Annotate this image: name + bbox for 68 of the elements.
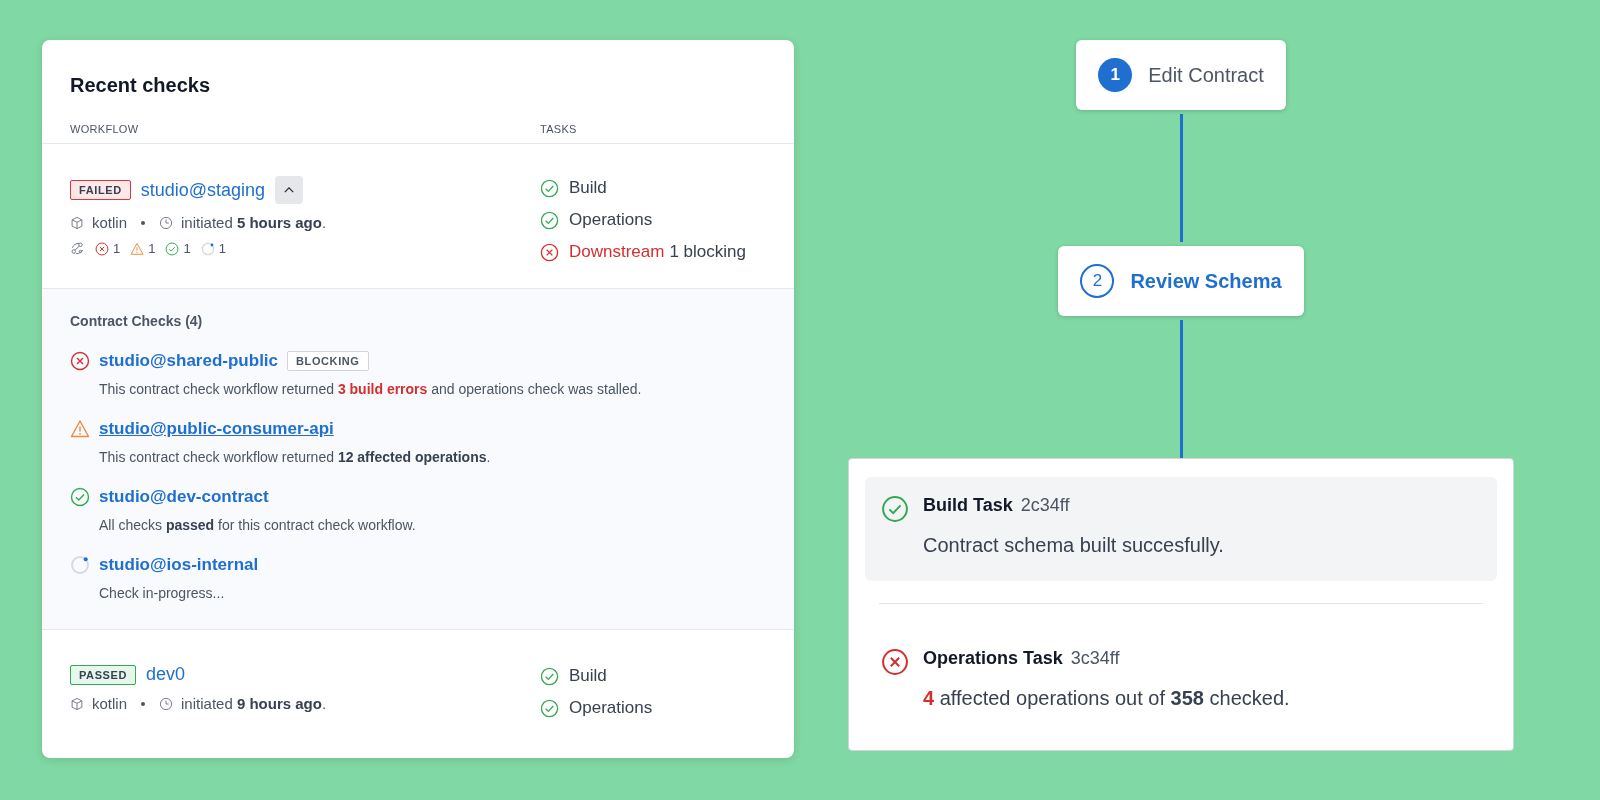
panel-title: Recent checks <box>70 74 212 97</box>
check-circle-icon <box>70 487 90 507</box>
check-circle-icon <box>165 241 180 256</box>
contract-link[interactable]: studio@ios-internal <box>99 555 259 575</box>
step-card[interactable]: 1 Edit Contract <box>1076 40 1286 110</box>
task-title: Operations Task <box>923 648 1063 669</box>
cube-icon <box>70 696 84 711</box>
column-header: TASKS <box>540 123 577 135</box>
step-card[interactable]: 2 Review Schema <box>1058 246 1304 316</box>
cube-icon <box>70 215 84 230</box>
step-label: Review Schema <box>1130 269 1282 293</box>
status-tag: FAILED <box>70 180 131 200</box>
status-tag: PASSED <box>70 664 137 685</box>
check-description: All checks passed for this contract check workflow. <box>99 517 417 533</box>
language-label: kotlin <box>92 214 128 231</box>
spinner-icon <box>200 241 215 256</box>
x-circle-icon <box>881 648 909 676</box>
status-count: 1 <box>148 241 156 256</box>
task-item[interactable]: Operations Task 3c34ff 4 affected operations out of 358 checked. <box>865 630 1497 734</box>
collapse-button[interactable] <box>275 176 304 204</box>
commit-hash: 2c34ff <box>1020 495 1070 516</box>
task-item[interactable]: Build Task 2c34ff Contract schema built succesfully. <box>865 477 1497 581</box>
status-count: 1 <box>113 241 121 256</box>
contract-link[interactable]: studio@shared-public <box>99 351 279 371</box>
check-circle-icon <box>540 666 559 686</box>
status-count: 1 <box>183 241 191 256</box>
task-title: Build Task <box>923 495 1013 516</box>
task-name: Downstream <box>569 242 665 262</box>
check-circle-icon <box>540 178 559 198</box>
column-header: WORKFLOW <box>70 123 140 135</box>
separator-dot <box>141 701 146 706</box>
warning-icon <box>130 241 145 256</box>
section-heading: Contract Checks (4) <box>70 313 204 329</box>
spinner-icon <box>70 555 90 575</box>
workflow-link[interactable]: dev0 <box>146 664 186 685</box>
separator-dot <box>141 220 146 225</box>
clock-icon <box>159 215 174 230</box>
status-tag: BLOCKING <box>287 351 369 371</box>
contract-link[interactable]: studio@dev-contract <box>99 487 269 507</box>
workflow-icon <box>70 241 85 256</box>
warning-icon <box>70 419 90 439</box>
step-label: Edit Contract <box>1148 63 1264 87</box>
status-count: 1 <box>218 241 226 256</box>
check-circle-icon <box>540 698 559 718</box>
contract-link[interactable]: studio@public-consumer-api <box>99 419 334 439</box>
commit-hash: 3c34ff <box>1070 648 1120 669</box>
check-description: Check in-progress... <box>99 585 226 601</box>
x-circle-icon <box>70 351 90 371</box>
clock-icon <box>159 696 174 711</box>
language-label: kotlin <box>92 695 128 712</box>
step-number: 2 <box>1080 264 1115 298</box>
task-note: 1 blocking <box>669 242 746 262</box>
initiated-time: initiated 9 hours ago. <box>181 695 327 712</box>
task-name: Build <box>569 178 607 198</box>
task-name: Operations <box>569 210 653 230</box>
task-description: Contract schema built succesfully. <box>923 534 1224 557</box>
task-name: Build <box>569 666 607 686</box>
task-description: 4 affected operations out of 358 checked. <box>923 687 1290 710</box>
x-circle-icon <box>95 241 109 256</box>
x-circle-icon <box>540 242 559 262</box>
workflow-link[interactable]: studio@staging <box>140 179 266 201</box>
check-circle-icon <box>881 495 909 523</box>
check-circle-icon <box>540 210 559 230</box>
check-description: This contract check workflow returned 3 build errors and operations check was stalled. <box>99 381 643 397</box>
task-name: Operations <box>569 698 653 718</box>
check-description: This contract check workflow returned 12 affected operations. <box>99 449 492 465</box>
initiated-time: initiated 5 hours ago. <box>181 214 327 231</box>
step-number: 1 <box>1098 58 1133 92</box>
